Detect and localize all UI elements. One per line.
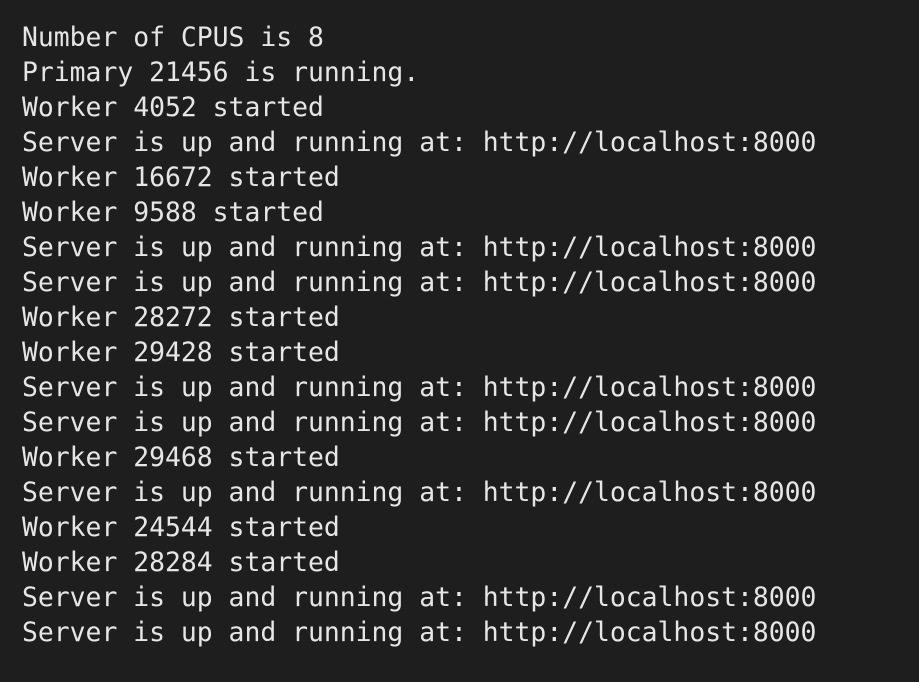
terminal-line: Worker 29468 started bbox=[22, 442, 340, 473]
terminal-line: Worker 9588 started bbox=[22, 197, 324, 228]
terminal-line: Worker 4052 started bbox=[22, 92, 324, 123]
terminal-line: Worker 24544 started bbox=[22, 512, 340, 543]
terminal-line: Number of CPUS is 8 bbox=[22, 22, 324, 53]
terminal-line: Primary 21456 is running. bbox=[22, 57, 420, 88]
terminal-line: Server is up and running at: http://loca… bbox=[22, 477, 817, 508]
terminal-line: Server is up and running at: http://loca… bbox=[22, 267, 817, 298]
terminal-line: Server is up and running at: http://loca… bbox=[22, 617, 817, 648]
terminal-line: Server is up and running at: http://loca… bbox=[22, 582, 817, 613]
terminal-line: Worker 28284 started bbox=[22, 547, 340, 578]
terminal-line: Server is up and running at: http://loca… bbox=[22, 372, 817, 403]
terminal-line: Worker 29428 started bbox=[22, 337, 340, 368]
terminal-line: Worker 28272 started bbox=[22, 302, 340, 333]
terminal-line: Worker 16672 started bbox=[22, 162, 340, 193]
terminal-output[interactable]: Number of CPUS is 8 Primary 21456 is run… bbox=[0, 0, 919, 682]
terminal-line: Server is up and running at: http://loca… bbox=[22, 407, 817, 438]
terminal-line: Server is up and running at: http://loca… bbox=[22, 232, 817, 263]
terminal-line: Server is up and running at: http://loca… bbox=[22, 127, 817, 158]
